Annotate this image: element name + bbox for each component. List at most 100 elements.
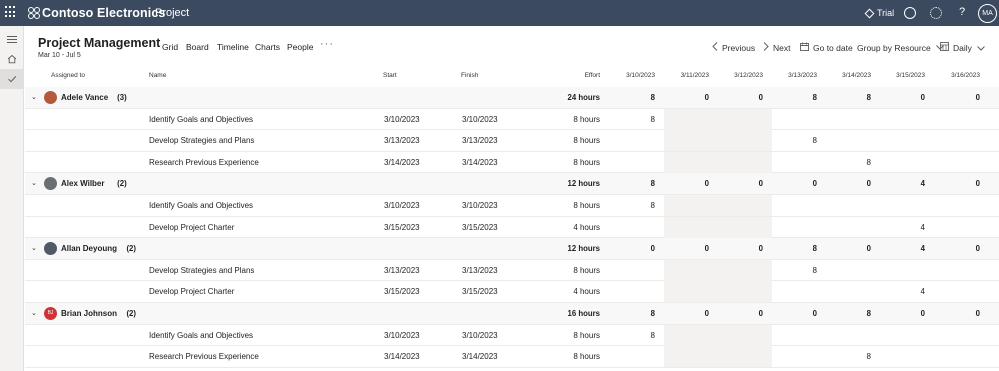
task-name[interactable]: Develop Strategies and Plans (149, 130, 254, 151)
tab-people[interactable]: People (287, 42, 313, 52)
checkmark-icon[interactable] (0, 69, 24, 89)
task-finish[interactable]: 3/14/2023 (462, 346, 498, 367)
daily-value[interactable]: 0 (615, 238, 655, 259)
daily-value[interactable] (669, 152, 709, 173)
chevron-down-icon[interactable]: ⌄ (31, 87, 37, 108)
task-finish[interactable]: 3/14/2023 (462, 152, 498, 173)
daily-value[interactable] (669, 130, 709, 151)
daily-value[interactable] (885, 130, 925, 151)
daily-value[interactable]: 8 (831, 346, 871, 367)
task-effort[interactable]: 8 hours (560, 195, 600, 216)
chevron-down-icon[interactable]: ⌄ (31, 303, 37, 324)
task-start[interactable]: 3/15/2023 (384, 217, 420, 238)
column-header-start[interactable]: Start (383, 72, 397, 79)
daily-value[interactable]: 0 (940, 303, 980, 324)
task-finish[interactable]: 3/10/2023 (462, 195, 498, 216)
daily-value[interactable] (831, 260, 871, 281)
tab-timeline[interactable]: Timeline (217, 42, 249, 52)
daily-value[interactable] (940, 281, 980, 302)
daily-value[interactable]: 8 (777, 238, 817, 259)
column-header-name[interactable]: Name (149, 72, 166, 79)
daily-value[interactable] (831, 217, 871, 238)
daily-value[interactable] (940, 195, 980, 216)
group-header-row[interactable]: ⌄ Adele Vance (3) 24 hours 8 0 0 8 8 0 0 (25, 87, 999, 109)
daily-value[interactable] (669, 217, 709, 238)
daily-value[interactable]: 0 (723, 173, 763, 194)
daily-value[interactable] (615, 130, 655, 151)
daily-value[interactable]: 4 (885, 238, 925, 259)
task-row[interactable]: Identify Goals and Objectives 3/10/2023 3/… (25, 108, 999, 131)
daily-value[interactable] (831, 109, 871, 130)
task-finish[interactable]: 3/13/2023 (462, 130, 498, 151)
waffle-icon[interactable] (5, 6, 17, 18)
daily-value[interactable]: 4 (885, 173, 925, 194)
daily-value[interactable] (777, 217, 817, 238)
task-finish[interactable]: 3/10/2023 (462, 109, 498, 130)
daily-value[interactable] (723, 195, 763, 216)
daily-value[interactable] (669, 260, 709, 281)
daily-value[interactable] (615, 281, 655, 302)
go-to-date-button[interactable]: Go to date (800, 42, 853, 54)
task-row[interactable]: Identify Goals and Objectives 3/10/2023 3/… (25, 324, 999, 347)
task-name[interactable]: Develop Project Charter (149, 281, 234, 302)
daily-value[interactable] (831, 130, 871, 151)
daily-value[interactable] (940, 346, 980, 367)
task-name[interactable]: Research Previous Experience (149, 152, 259, 173)
daily-value[interactable] (885, 260, 925, 281)
daily-value[interactable] (615, 217, 655, 238)
daily-value[interactable] (723, 152, 763, 173)
trial-button[interactable]: Trial (864, 8, 894, 18)
daily-value[interactable]: 8 (615, 195, 655, 216)
task-name[interactable]: Research Previous Experience (149, 346, 259, 367)
task-start[interactable]: 3/13/2023 (384, 260, 420, 281)
app-name[interactable]: Project (155, 7, 189, 19)
daily-value[interactable]: 0 (940, 173, 980, 194)
previous-button[interactable]: Previous (712, 42, 755, 54)
daily-value[interactable]: 8 (615, 325, 655, 346)
daily-value[interactable] (885, 346, 925, 367)
daily-value[interactable]: 8 (831, 152, 871, 173)
daily-value[interactable] (723, 325, 763, 346)
tab-grid[interactable]: Grid (162, 42, 178, 52)
user-avatar[interactable]: MA (978, 4, 997, 23)
daily-value[interactable]: 0 (940, 238, 980, 259)
more-options-icon[interactable]: ··· (320, 38, 334, 50)
daily-value[interactable]: 0 (669, 303, 709, 324)
daily-value[interactable]: 8 (777, 87, 817, 108)
daily-value[interactable] (885, 109, 925, 130)
daily-value[interactable]: 0 (669, 173, 709, 194)
daily-value[interactable] (940, 152, 980, 173)
task-effort[interactable]: 8 hours (560, 152, 600, 173)
daily-value[interactable]: 8 (615, 109, 655, 130)
group-header-row[interactable]: ⌄ Alex Wilber (2) 12 hours 8 0 0 0 0 4 0 (25, 173, 999, 195)
daily-value[interactable]: 0 (669, 238, 709, 259)
daily-value[interactable] (669, 195, 709, 216)
task-start[interactable]: 3/10/2023 (384, 195, 420, 216)
help-icon[interactable]: ? (956, 6, 968, 18)
task-name[interactable]: Identify Goals and Objectives (149, 325, 253, 346)
daily-value[interactable]: 0 (831, 238, 871, 259)
daily-value[interactable] (723, 260, 763, 281)
daily-value[interactable] (777, 281, 817, 302)
scale-dropdown[interactable]: Daily (940, 42, 985, 54)
daily-value[interactable] (615, 152, 655, 173)
daily-value[interactable]: 0 (723, 238, 763, 259)
column-header-effort[interactable]: Effort (560, 72, 600, 79)
task-row[interactable]: Research Previous Experience 3/14/2023 3/1… (25, 346, 999, 368)
chevron-down-icon[interactable]: ⌄ (31, 173, 37, 194)
task-start[interactable]: 3/10/2023 (384, 109, 420, 130)
task-start[interactable]: 3/14/2023 (384, 346, 420, 367)
daily-value[interactable] (885, 195, 925, 216)
gear-icon[interactable] (930, 7, 942, 19)
daily-value[interactable] (940, 217, 980, 238)
daily-value[interactable] (777, 346, 817, 367)
column-header-finish[interactable]: Finish (461, 72, 478, 79)
group-header-row[interactable]: ⌄ Allan Deyoung (2) 12 hours 0 0 0 8 0 4 0 (25, 238, 999, 260)
daily-value[interactable]: 8 (777, 260, 817, 281)
task-start[interactable]: 3/15/2023 (384, 281, 420, 302)
daily-value[interactable] (777, 152, 817, 173)
task-row[interactable]: Research Previous Experience 3/14/2023 3/1… (25, 151, 999, 174)
group-header-row[interactable]: ⌄ BJ Brian Johnson (2) 16 hours 8 0 0 0 8 0 0 (25, 303, 999, 325)
daily-value[interactable] (723, 281, 763, 302)
daily-value[interactable]: 0 (723, 87, 763, 108)
